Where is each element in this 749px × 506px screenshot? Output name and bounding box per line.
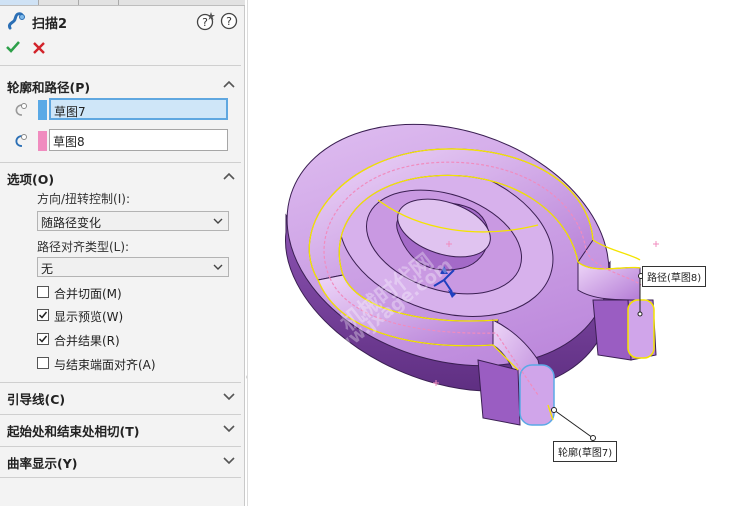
checkbox-align-end-faces[interactable]: 与结束端面对齐(A) bbox=[37, 355, 237, 373]
chevron-up-icon bbox=[223, 80, 235, 88]
checkbox-label: 显示预览(W) bbox=[54, 310, 124, 324]
orientation-label: 方向/扭转控制(I): bbox=[37, 192, 130, 206]
align-value: 无 bbox=[41, 262, 54, 276]
checkmark-icon[interactable] bbox=[6, 40, 20, 54]
section-label: 起始处和结束处相切(T) bbox=[7, 424, 140, 439]
checkbox-checked[interactable] bbox=[37, 309, 49, 321]
checkbox-show-preview[interactable]: 显示预览(W) bbox=[37, 307, 237, 325]
section-curvature-header[interactable]: 曲率显示(Y) bbox=[0, 449, 241, 473]
chevron-up-icon bbox=[223, 172, 235, 180]
chevron-down-icon bbox=[213, 264, 223, 270]
path-callout[interactable]: 路径(草图8) bbox=[642, 266, 707, 287]
sweep-feature-icon bbox=[8, 12, 25, 30]
profile-value: 草图7 bbox=[54, 105, 86, 119]
svg-text:?: ? bbox=[226, 15, 232, 28]
path-icon bbox=[15, 134, 27, 147]
path-value: 草图8 bbox=[53, 135, 85, 149]
panel-top-tabs bbox=[0, 0, 245, 6]
chevron-down-icon bbox=[223, 425, 235, 433]
profile-icon bbox=[15, 103, 27, 116]
divider bbox=[0, 446, 241, 447]
feature-title: 扫描2 bbox=[32, 17, 68, 32]
checkbox-label: 合并结果(R) bbox=[54, 334, 120, 348]
divider bbox=[0, 162, 241, 163]
profile-selection-row: 草图7 bbox=[6, 98, 232, 122]
property-manager-panel: 扫描2 ? ? 轮廓和路径(P) 草图7 草图8 选项(O) 方向/扭转控制(I… bbox=[0, 0, 245, 506]
divider bbox=[0, 477, 241, 478]
profile-color-swatch bbox=[38, 100, 47, 120]
checkbox-checked[interactable] bbox=[37, 333, 49, 345]
chevron-down-icon bbox=[223, 393, 235, 401]
divider bbox=[0, 414, 241, 415]
align-label: 路径对齐类型(L): bbox=[37, 240, 130, 254]
orientation-dropdown[interactable]: 随路径变化 bbox=[37, 211, 229, 231]
orientation-value: 随路径变化 bbox=[41, 216, 102, 230]
feature-title-row: 扫描2 ? ? bbox=[6, 10, 242, 32]
section-label: 轮廓和路径(P) bbox=[7, 80, 91, 95]
section-label: 曲率显示(Y) bbox=[7, 456, 78, 471]
profile-callout[interactable]: 轮廓(草图7) bbox=[553, 441, 618, 462]
checkmark-icon bbox=[38, 311, 48, 319]
section-label: 引导线(C) bbox=[7, 392, 66, 407]
tab-configuration-manager[interactable] bbox=[78, 0, 119, 5]
checkbox-merge-result[interactable]: 合并结果(R) bbox=[37, 331, 237, 349]
chevron-down-icon bbox=[213, 218, 223, 224]
help-icon[interactable]: ? bbox=[220, 12, 238, 30]
close-icon[interactable] bbox=[33, 42, 45, 54]
section-options-header[interactable]: 选项(O) bbox=[0, 165, 241, 189]
svg-text:?: ? bbox=[202, 16, 208, 29]
divider bbox=[0, 65, 241, 66]
path-selection-box[interactable]: 草图8 bbox=[49, 129, 228, 151]
section-tangency-header[interactable]: 起始处和结束处相切(T) bbox=[0, 417, 241, 441]
checkbox-label: 与结束端面对齐(A) bbox=[54, 358, 156, 372]
checkbox[interactable] bbox=[37, 286, 49, 298]
tab-property-manager[interactable] bbox=[38, 0, 79, 5]
path-color-swatch bbox=[38, 131, 47, 151]
profile-selection-box[interactable]: 草图7 bbox=[49, 98, 228, 120]
graphics-viewport[interactable]: 机械时代网 www.jxage.com 路径(草图8) 轮廓(草图7) bbox=[247, 0, 749, 506]
checkbox-merge-tangent-faces[interactable]: 合并切面(M) bbox=[37, 284, 237, 302]
part-3d-model: 机械时代网 www.jxage.com bbox=[285, 123, 659, 441]
checkbox[interactable] bbox=[37, 357, 49, 369]
checkmark-icon bbox=[38, 335, 48, 343]
align-dropdown[interactable]: 无 bbox=[37, 257, 229, 277]
help-whats-new-icon[interactable]: ? bbox=[196, 11, 216, 31]
tab-feature-manager[interactable] bbox=[0, 0, 39, 5]
path-selection-row: 草图8 bbox=[6, 129, 232, 153]
section-guide-curves-header[interactable]: 引导线(C) bbox=[0, 385, 241, 409]
checkbox-label: 合并切面(M) bbox=[54, 287, 122, 301]
section-label: 选项(O) bbox=[7, 172, 55, 187]
divider bbox=[0, 382, 241, 383]
section-profile-path-header[interactable]: 轮廓和路径(P) bbox=[0, 73, 241, 97]
chevron-down-icon bbox=[223, 457, 235, 465]
